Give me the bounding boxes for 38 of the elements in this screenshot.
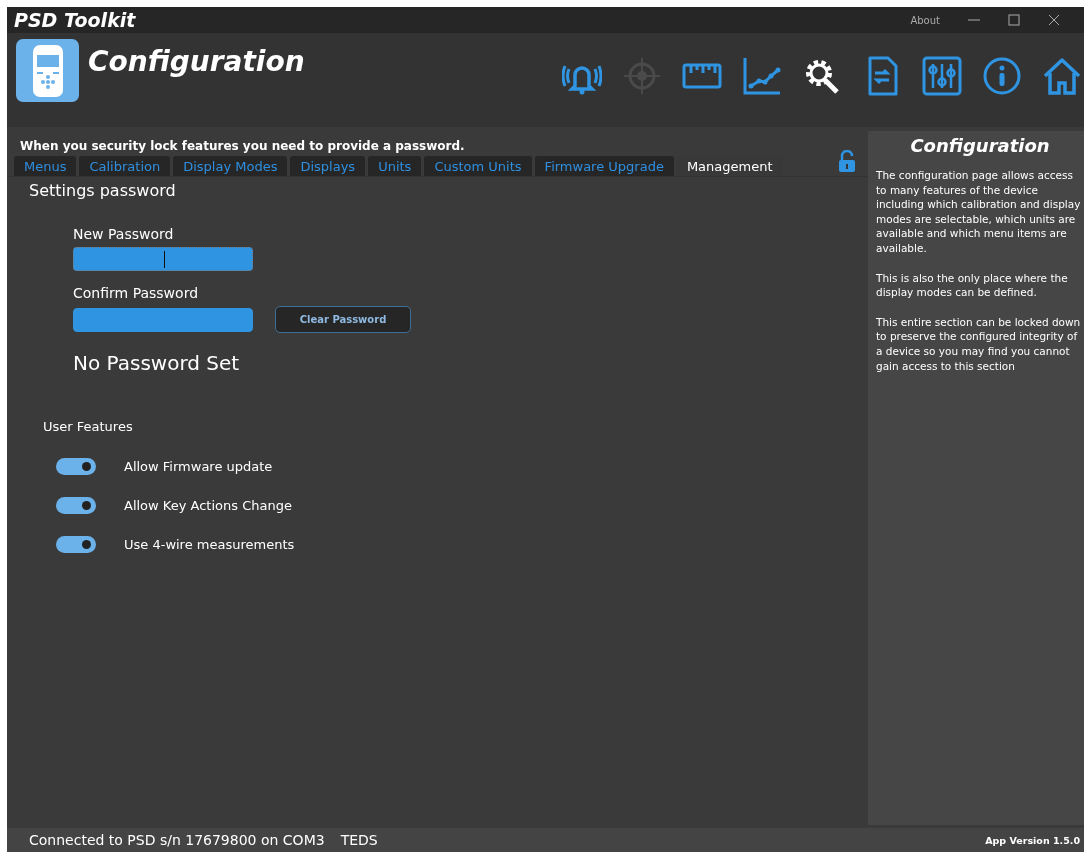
window-title: PSD Toolkit: [14, 9, 137, 31]
sliders-icon[interactable]: [922, 56, 962, 96]
toggle-switch[interactable]: [56, 497, 96, 514]
app-version: App Version 1.5.0: [985, 834, 1080, 846]
teds-label: TEDS: [340, 832, 379, 848]
help-title: Configuration: [909, 135, 1051, 156]
info-icon[interactable]: [982, 56, 1022, 96]
field-label: New Password: [73, 226, 175, 242]
tab[interactable]: Menus: [14, 156, 77, 176]
help-paragraph: The configuration page allows access to many features of the device including which calibration and display modes are selectable, which units are available and which menu items are available.: [876, 168, 1082, 256]
handheld-device-logo: [16, 39, 79, 102]
field-label: Confirm Password: [73, 285, 200, 301]
toggle-switch[interactable]: [56, 458, 96, 475]
password-field[interactable]: [73, 247, 253, 271]
tab[interactable]: Firmware Upgrade: [534, 156, 674, 176]
about-link[interactable]: About: [910, 14, 940, 26]
notice-text: When you security lock features you need to provide a password.: [20, 139, 466, 153]
toggle-label: Allow Firmware update: [124, 459, 273, 474]
password-status: No Password Set: [73, 351, 241, 375]
group-heading: User Features: [43, 419, 134, 434]
tab[interactable]: Displays: [290, 156, 366, 176]
section-heading: Settings password: [29, 181, 177, 200]
connection-status: Connected to PSD s/n 17679800 on COM3: [29, 832, 325, 848]
help-paragraph: This entire section can be locked down to preserve the configured integrity of a device so you may find you cannot gain access to this section: [876, 314, 1082, 374]
tab[interactable]: Units: [368, 156, 422, 176]
unlocked-padlock-icon[interactable]: [838, 150, 856, 173]
tab[interactable]: Display Modes: [173, 156, 288, 176]
help-paragraph: This is also the only place where the display modes can be defined.: [876, 270, 1069, 300]
toggle-switch[interactable]: [56, 536, 96, 553]
line-chart-icon[interactable]: [742, 56, 782, 96]
tab[interactable]: Custom Units: [424, 156, 532, 176]
tab[interactable]: Calibration: [79, 156, 171, 176]
password-field[interactable]: [73, 307, 253, 332]
home-icon[interactable]: [1042, 56, 1082, 96]
toggle-label: Use 4-wire measurements: [124, 537, 295, 552]
page-title: Configuration: [88, 45, 306, 78]
toggle-label: Allow Key Actions Change: [124, 498, 292, 513]
clear-password-button[interactable]: Clear Password: [275, 306, 411, 333]
